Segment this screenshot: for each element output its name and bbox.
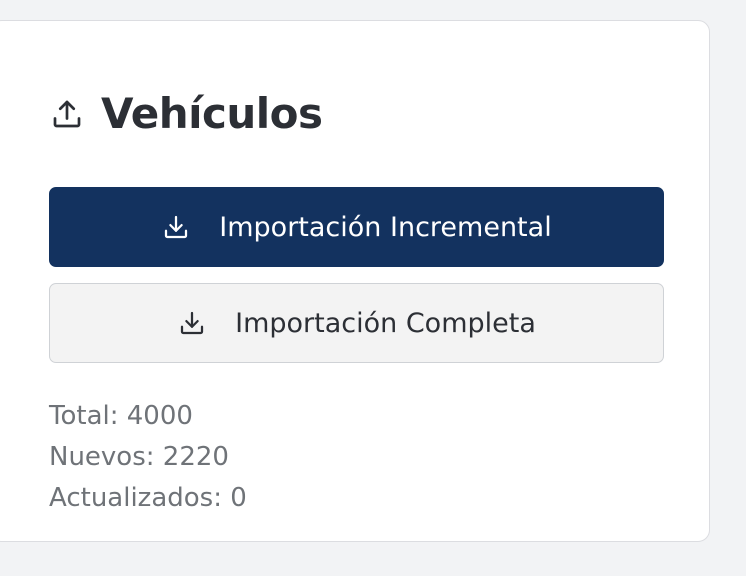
card-header: Vehículos — [49, 93, 323, 135]
upload-icon — [49, 96, 85, 132]
import-stats: Total: 4000 Nuevos: 2220 Actualizados: 0 — [49, 396, 247, 519]
stat-new-value: 2220 — [162, 442, 229, 472]
stat-updated-label: Actualizados: — [49, 483, 222, 513]
stat-new-label: Nuevos: — [49, 442, 155, 472]
incremental-import-button[interactable]: Importación Incremental — [49, 187, 664, 267]
stat-updated-value: 0 — [230, 483, 247, 513]
vehicles-import-card: Vehículos Importación Incremental Import… — [0, 20, 710, 542]
download-icon — [161, 212, 191, 242]
complete-import-label: Importación Completa — [235, 307, 536, 339]
incremental-import-label: Importación Incremental — [219, 211, 552, 243]
stat-total-label: Total: — [49, 401, 119, 431]
stat-total-value: 4000 — [126, 401, 193, 431]
stat-total: Total: 4000 — [49, 396, 247, 437]
stat-new: Nuevos: 2220 — [49, 437, 247, 478]
page-title: Vehículos — [101, 89, 323, 138]
complete-import-button[interactable]: Importación Completa — [49, 283, 664, 363]
download-icon — [177, 308, 207, 338]
stat-updated: Actualizados: 0 — [49, 478, 247, 519]
